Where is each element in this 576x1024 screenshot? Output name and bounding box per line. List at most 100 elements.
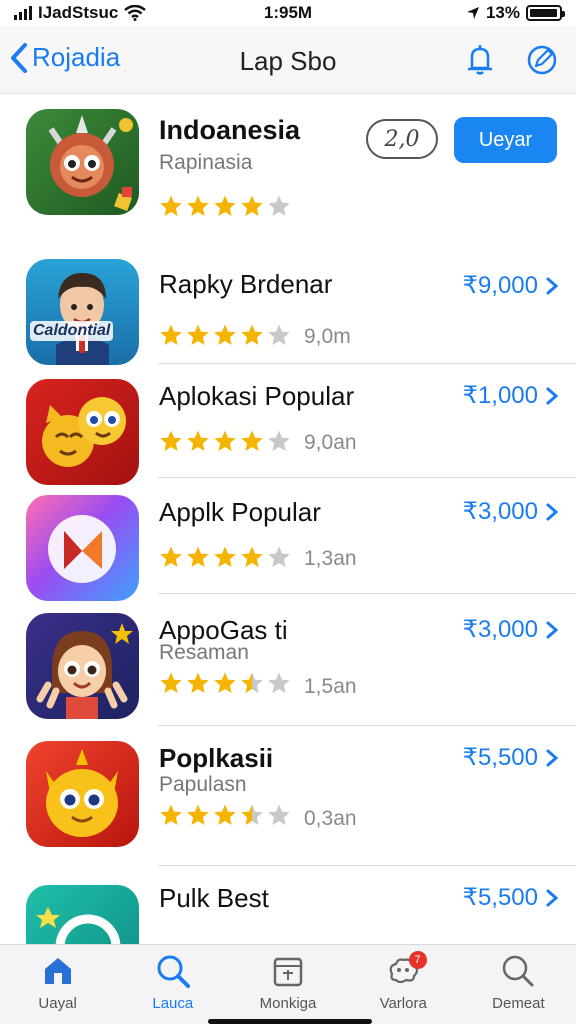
app-subtitle: Papulasn — [159, 773, 247, 796]
navigation-bar: Rojadia Lap Sbo — [0, 26, 576, 94]
tab-label: Demeat — [492, 995, 545, 1012]
rating-stars — [158, 545, 292, 569]
tab-bar: Uayal Lauca Monkiga 7 Varlora Demeat — [0, 944, 576, 1024]
rating-count: 0,3an — [304, 807, 357, 830]
tab-label: Varlora — [379, 995, 427, 1012]
star-icon — [214, 430, 236, 451]
chevron-right-icon — [546, 387, 558, 404]
star-icon — [268, 195, 290, 216]
star-icon — [187, 804, 209, 825]
tab-search[interactable]: Lauca — [115, 945, 230, 1024]
tab-home[interactable]: Uayal — [0, 945, 115, 1024]
row-divider — [158, 593, 576, 594]
app-icon-play — [26, 495, 139, 601]
star-icon — [160, 195, 182, 216]
star-icon — [214, 546, 236, 567]
star-icon — [241, 804, 263, 825]
star-icon — [187, 324, 209, 345]
price-button[interactable]: ₹5,500 — [463, 883, 558, 912]
price-label: ₹9,000 — [462, 272, 538, 299]
row-divider — [158, 865, 576, 866]
app-subtitle: Resaman — [159, 641, 249, 664]
status-bar: IJadStsuc 1:95M 13% — [0, 0, 576, 26]
app-row[interactable]: Applk Popular 1,3an ₹3,000 — [0, 479, 576, 601]
location-arrow-icon — [466, 7, 479, 19]
price-label: ₹3,000 — [462, 498, 538, 525]
star-icon — [268, 804, 290, 825]
tab-brain[interactable]: 7 Varlora — [346, 945, 461, 1024]
tab-label: Lauca — [152, 995, 194, 1012]
chevron-right-icon — [546, 749, 558, 766]
calendar-icon — [270, 953, 306, 989]
star-icon — [268, 672, 290, 693]
battery-level — [530, 9, 557, 17]
price-label: ₹3,000 — [462, 616, 538, 643]
search-icon — [155, 953, 191, 989]
star-icon — [160, 804, 182, 825]
notification-badge: 7 — [408, 951, 427, 969]
star-icon — [241, 324, 263, 345]
star-icon — [241, 430, 263, 451]
rating-stars — [158, 671, 292, 695]
price-label: ₹1,000 — [462, 382, 538, 409]
star-icon — [214, 324, 236, 345]
tab-label: Uayal — [38, 995, 77, 1012]
price-button[interactable]: ₹3,000 — [463, 615, 558, 644]
price-button[interactable]: ₹5,500 — [463, 743, 558, 772]
tab-search-outline[interactable]: Demeat — [461, 945, 576, 1024]
row-divider — [158, 725, 576, 726]
chevron-right-icon — [546, 277, 558, 294]
app-icon-avatar: Caldontial — [26, 259, 139, 365]
tab-calendar[interactable]: Monkiga — [230, 945, 345, 1024]
featured-badge: 2,0 — [366, 119, 438, 159]
app-name: Applk Popular — [159, 497, 321, 527]
star-icon — [268, 430, 290, 451]
star-icon — [187, 195, 209, 216]
notification-bell-icon[interactable] — [462, 42, 498, 78]
star-icon — [160, 672, 182, 693]
app-icon-chick — [26, 741, 139, 847]
chevron-right-icon — [546, 621, 558, 638]
update-button[interactable]: Ueyar — [454, 117, 557, 163]
battery-icon — [526, 5, 565, 21]
star-icon — [214, 804, 236, 825]
wifi-icon — [124, 5, 147, 21]
row-divider — [158, 477, 576, 478]
star-icon — [187, 430, 209, 451]
star-icon — [241, 195, 263, 216]
star-icon — [187, 546, 209, 567]
price-button[interactable]: ₹1,000 — [463, 381, 558, 410]
star-icon — [241, 672, 263, 693]
home-icon — [40, 953, 76, 989]
price-label: ₹5,500 — [462, 744, 538, 771]
rating-stars — [158, 194, 292, 218]
home-indicator — [208, 1019, 372, 1024]
chevron-right-icon — [546, 503, 558, 520]
app-name: Rapky Brdenar — [159, 269, 333, 299]
app-row[interactable]: AppoGas ti Resaman 1,5an ₹3,000 — [0, 595, 576, 727]
search-outline-icon — [500, 953, 536, 989]
app-row[interactable]: Aplokasi Popular 9,0an ₹1,000 — [0, 363, 576, 485]
app-row[interactable]: Pulk Best ₹5,500 — [0, 867, 576, 991]
app-row[interactable]: Poplkasii Papulasn 0,3an ₹5,500 — [0, 727, 576, 867]
rating-count: 1,3an — [304, 547, 357, 570]
price-button[interactable]: ₹3,000 — [463, 497, 558, 526]
star-icon — [160, 430, 182, 451]
price-button[interactable]: ₹9,000 — [463, 271, 558, 300]
compose-icon[interactable] — [524, 42, 560, 78]
featured-app-row[interactable]: Indoanesia Rapinasia 2,0 Ueyar — [0, 95, 576, 235]
star-icon — [241, 546, 263, 567]
rating-stars — [158, 429, 292, 453]
star-icon — [268, 324, 290, 345]
app-icon-emoji-cats — [26, 379, 139, 485]
status-right: 13% — [466, 3, 565, 23]
app-row[interactable]: Caldontial Rapky Brdenar 9,0m ₹9,000 — [0, 243, 576, 365]
status-left: IJadStsuc — [14, 3, 147, 23]
star-icon — [187, 672, 209, 693]
app-name: Poplkasii — [159, 743, 274, 773]
rating-stars — [158, 323, 292, 347]
rating-count: 9,0an — [304, 431, 357, 454]
app-icon-featured — [26, 109, 139, 215]
chevron-right-icon — [546, 889, 558, 906]
star-icon — [214, 195, 236, 216]
